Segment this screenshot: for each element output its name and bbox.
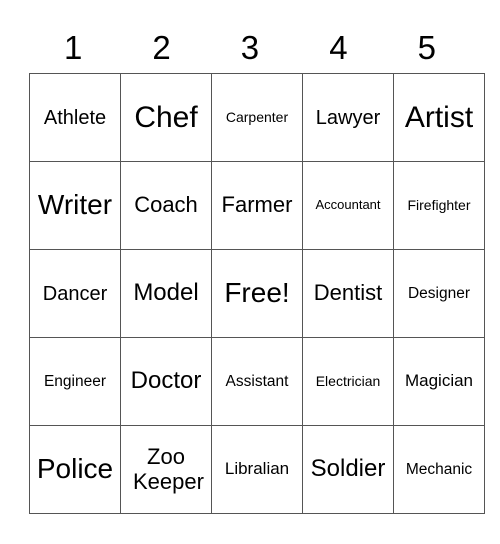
bingo-cell[interactable]: Accountant [302, 161, 394, 250]
bingo-cell[interactable]: Designer [393, 249, 485, 338]
bingo-cell[interactable]: Assistant [211, 337, 303, 426]
bingo-row: Police Zoo Keeper Libralian Soldier Mech… [29, 425, 485, 514]
bingo-cell[interactable]: Doctor [120, 337, 212, 426]
bingo-cell[interactable]: Artist [393, 73, 485, 162]
bingo-cell[interactable]: Chef [120, 73, 212, 162]
bingo-cell[interactable]: Electrician [302, 337, 394, 426]
column-header: 2 [152, 29, 171, 66]
bingo-row: Engineer Doctor Assistant Electrician Ma… [29, 337, 485, 426]
bingo-cell[interactable]: Firefighter [393, 161, 485, 250]
bingo-cell[interactable]: Mechanic [393, 425, 485, 514]
bingo-row: Dancer Model Free! Dentist Designer [29, 249, 485, 338]
bingo-cell[interactable]: Zoo Keeper [120, 425, 212, 514]
bingo-cell[interactable]: Engineer [29, 337, 121, 426]
bingo-card: Athlete Chef Carpenter Lawyer Artist Wri… [29, 73, 485, 514]
bingo-cell[interactable]: Dancer [29, 249, 121, 338]
bingo-cell[interactable]: Dentist [302, 249, 394, 338]
bingo-cell[interactable]: Magician [393, 337, 485, 426]
bingo-cell[interactable]: Athlete [29, 73, 121, 162]
column-header: 3 [240, 29, 260, 66]
bingo-row: Athlete Chef Carpenter Lawyer Artist [29, 73, 485, 162]
column-header-row: 1 2 3 4 5 [29, 24, 471, 72]
column-header: 4 [329, 29, 348, 66]
bingo-row: Writer Coach Farmer Accountant Firefight… [29, 161, 485, 250]
bingo-cell[interactable]: Carpenter [211, 73, 303, 162]
bingo-cell[interactable]: Farmer [211, 161, 303, 250]
column-header: 1 [64, 29, 83, 66]
free-space-cell[interactable]: Free! [211, 249, 303, 338]
bingo-cell[interactable]: Soldier [302, 425, 394, 514]
column-header: 5 [417, 29, 436, 66]
bingo-cell[interactable]: Writer [29, 161, 121, 250]
bingo-cell[interactable]: Police [29, 425, 121, 514]
bingo-cell[interactable]: Libralian [211, 425, 303, 514]
bingo-cell[interactable]: Lawyer [302, 73, 394, 162]
bingo-cell[interactable]: Model [120, 249, 212, 338]
bingo-cell[interactable]: Coach [120, 161, 212, 250]
